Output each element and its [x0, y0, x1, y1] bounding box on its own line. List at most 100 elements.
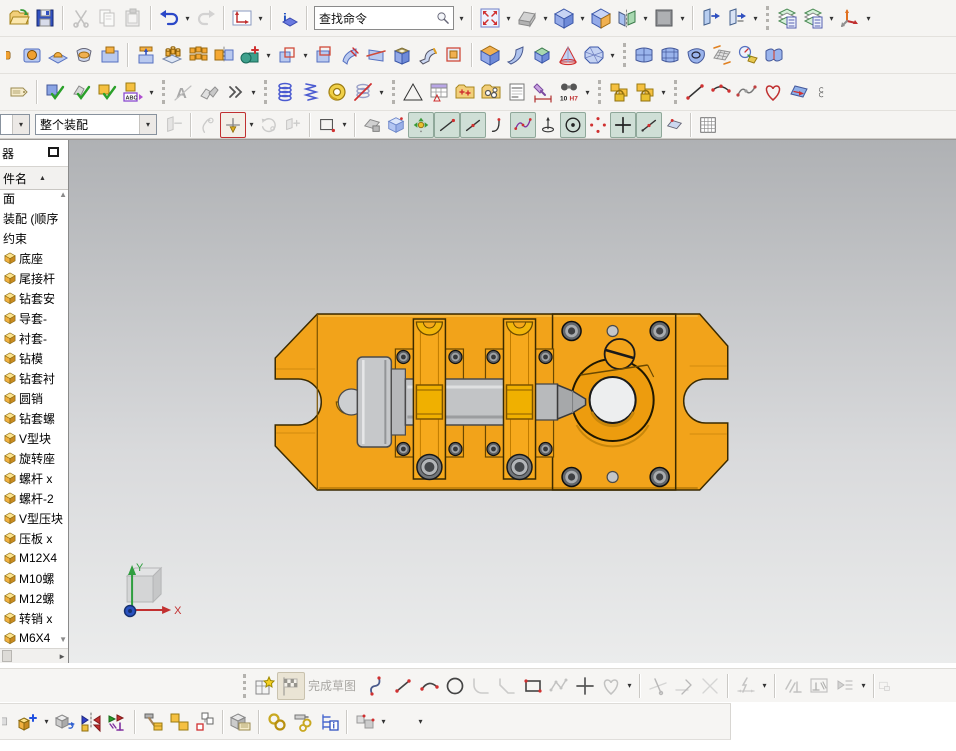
sketch-point-button[interactable] — [572, 673, 598, 699]
dropdown-arrow[interactable]: ▾ — [540, 14, 551, 23]
label-notes-button[interactable]: ABC — [120, 79, 146, 105]
sketch-arc-button[interactable] — [416, 673, 442, 699]
dropdown-arrow[interactable]: ▾ — [41, 717, 52, 726]
suppress-spring-button[interactable] — [350, 79, 376, 105]
dropdown-arrow[interactable]: ▾ — [376, 88, 387, 97]
constraint-settings-button[interactable] — [806, 673, 832, 699]
navigator-item[interactable]: M12X4 — [0, 548, 68, 568]
drag-component-button[interactable] — [281, 113, 305, 137]
view-trimetric-button[interactable] — [514, 5, 540, 31]
lock-position-button[interactable] — [606, 79, 632, 105]
finish-sketch-button[interactable] — [277, 671, 305, 700]
dropdown-arrow[interactable]: ▾ — [182, 14, 193, 23]
dropdown-arrow[interactable]: ▾ — [863, 14, 874, 23]
exploded-view-button[interactable] — [140, 709, 166, 735]
view-orientation-button[interactable] — [229, 5, 255, 31]
navigator-item[interactable]: 衬套- — [0, 328, 68, 348]
more-commands-button[interactable] — [222, 79, 248, 105]
subtract-button[interactable] — [311, 42, 337, 68]
undo-button[interactable] — [156, 5, 182, 31]
edit-section-button[interactable] — [614, 5, 640, 31]
clipped-right-button[interactable] — [812, 79, 824, 105]
snap-tangent-point-button[interactable] — [486, 113, 510, 137]
pad-button[interactable] — [97, 42, 123, 68]
mirror-assembly-button[interactable] — [78, 709, 104, 735]
text-note-button[interactable] — [504, 79, 530, 105]
cut-button[interactable] — [68, 5, 94, 31]
dropdown-arrow[interactable]: ▾ — [826, 14, 837, 23]
wcs-orient-button[interactable] — [837, 5, 863, 31]
layer-category-button[interactable] — [800, 5, 826, 31]
dropdown-arrow[interactable]: ▾ — [503, 14, 514, 23]
clipping-cube-button[interactable] — [384, 113, 408, 137]
make-corner-button[interactable] — [697, 673, 723, 699]
dropdown-arrow[interactable]: ▾ — [415, 717, 426, 726]
show-constraints-button[interactable] — [832, 673, 858, 699]
pattern-feature-button[interactable] — [185, 42, 211, 68]
relations-browser-button[interactable]: i — [316, 709, 342, 735]
mirror-feature-button[interactable] — [211, 42, 237, 68]
dropdown-arrow[interactable]: ▾ — [658, 88, 669, 97]
navigator-item[interactable]: 转销 x — [0, 608, 68, 628]
profile-button[interactable] — [364, 673, 390, 699]
assembly-information-button[interactable]: i — [276, 5, 302, 31]
command-finder-input[interactable] — [315, 9, 435, 27]
trim-body-button[interactable] — [363, 42, 389, 68]
cone-button[interactable] — [555, 42, 581, 68]
sketch-polygon-button[interactable] — [546, 673, 572, 699]
toolbar-drag-handle[interactable] — [766, 6, 769, 30]
washer-button[interactable] — [324, 79, 350, 105]
sketch-spline-button[interactable] — [598, 673, 624, 699]
snap-midpoint-button[interactable] — [460, 111, 486, 138]
artistic-curve-button[interactable] — [760, 79, 786, 105]
dropdown-arrow[interactable]: ▾ — [339, 120, 350, 129]
graphics-window[interactable]: Y X — [69, 140, 956, 663]
sketch-rectangle-button[interactable] — [520, 673, 546, 699]
navigator-item[interactable]: M10螺 — [0, 568, 68, 588]
assembly-constraints-button[interactable] — [104, 709, 130, 735]
dropdown-arrow[interactable]: ▾ — [300, 51, 311, 60]
search-icon[interactable] — [435, 10, 451, 26]
add-component-button[interactable] — [15, 709, 41, 735]
convex-body-button[interactable] — [581, 42, 607, 68]
dimension-style-button[interactable] — [530, 79, 556, 105]
annotation-note-button[interactable] — [6, 79, 32, 105]
scroll-up-icon[interactable]: ▲ — [59, 191, 67, 199]
snap-endpoint-button[interactable] — [434, 111, 460, 138]
navigator-item[interactable]: 旋转座 — [0, 448, 68, 468]
basic-line-button[interactable] — [682, 79, 708, 105]
four-point-surface-button[interactable] — [631, 42, 657, 68]
through-mesh-button[interactable] — [657, 42, 683, 68]
spring-button[interactable] — [298, 79, 324, 105]
dropdown-arrow[interactable]: ▾ — [456, 14, 467, 23]
navigator-item[interactable]: 螺杆 x — [0, 468, 68, 488]
blend-clipped-button[interactable] — [6, 42, 19, 68]
sheet-to-solid-button[interactable] — [415, 42, 441, 68]
dropdown-arrow[interactable]: ▾ — [677, 14, 688, 23]
draft-analysis-button[interactable]: A — [170, 79, 196, 105]
snap-arc-center-button[interactable] — [560, 111, 586, 138]
toolbar-drag-handle[interactable] — [598, 80, 601, 104]
swept-surface-button[interactable] — [709, 42, 735, 68]
basic-arc-button[interactable] — [708, 79, 734, 105]
point-group-button[interactable] — [452, 79, 478, 105]
fit-tolerance-button[interactable]: 10 H7 — [556, 79, 582, 105]
toolbar-drag-handle[interactable] — [162, 80, 165, 104]
view-isometric-button[interactable] — [551, 5, 577, 31]
scrollbar-stub[interactable] — [2, 650, 12, 662]
parallel-constraint-button[interactable] — [780, 673, 806, 699]
sketch-button[interactable] — [251, 673, 277, 699]
type-filter-select[interactable]: ▾ — [0, 114, 30, 135]
navigator-item[interactable]: V型块 — [0, 428, 68, 448]
curve-analysis-button[interactable] — [735, 42, 761, 68]
rotate-component-button[interactable] — [257, 113, 281, 137]
instance-array-button[interactable] — [159, 42, 185, 68]
snap-point-on-curve-button[interactable] — [636, 111, 662, 138]
part-family-table-button[interactable] — [426, 79, 452, 105]
dropdown-arrow[interactable]: ▾ — [759, 681, 770, 690]
dropdown-arrow[interactable]: ▾ — [263, 51, 274, 60]
dropdown-arrow[interactable]: ▾ — [378, 717, 389, 726]
wave-link-button[interactable] — [264, 709, 290, 735]
clipped-left-button[interactable] — [2, 709, 15, 735]
sketch-circle-button[interactable] — [442, 673, 468, 699]
